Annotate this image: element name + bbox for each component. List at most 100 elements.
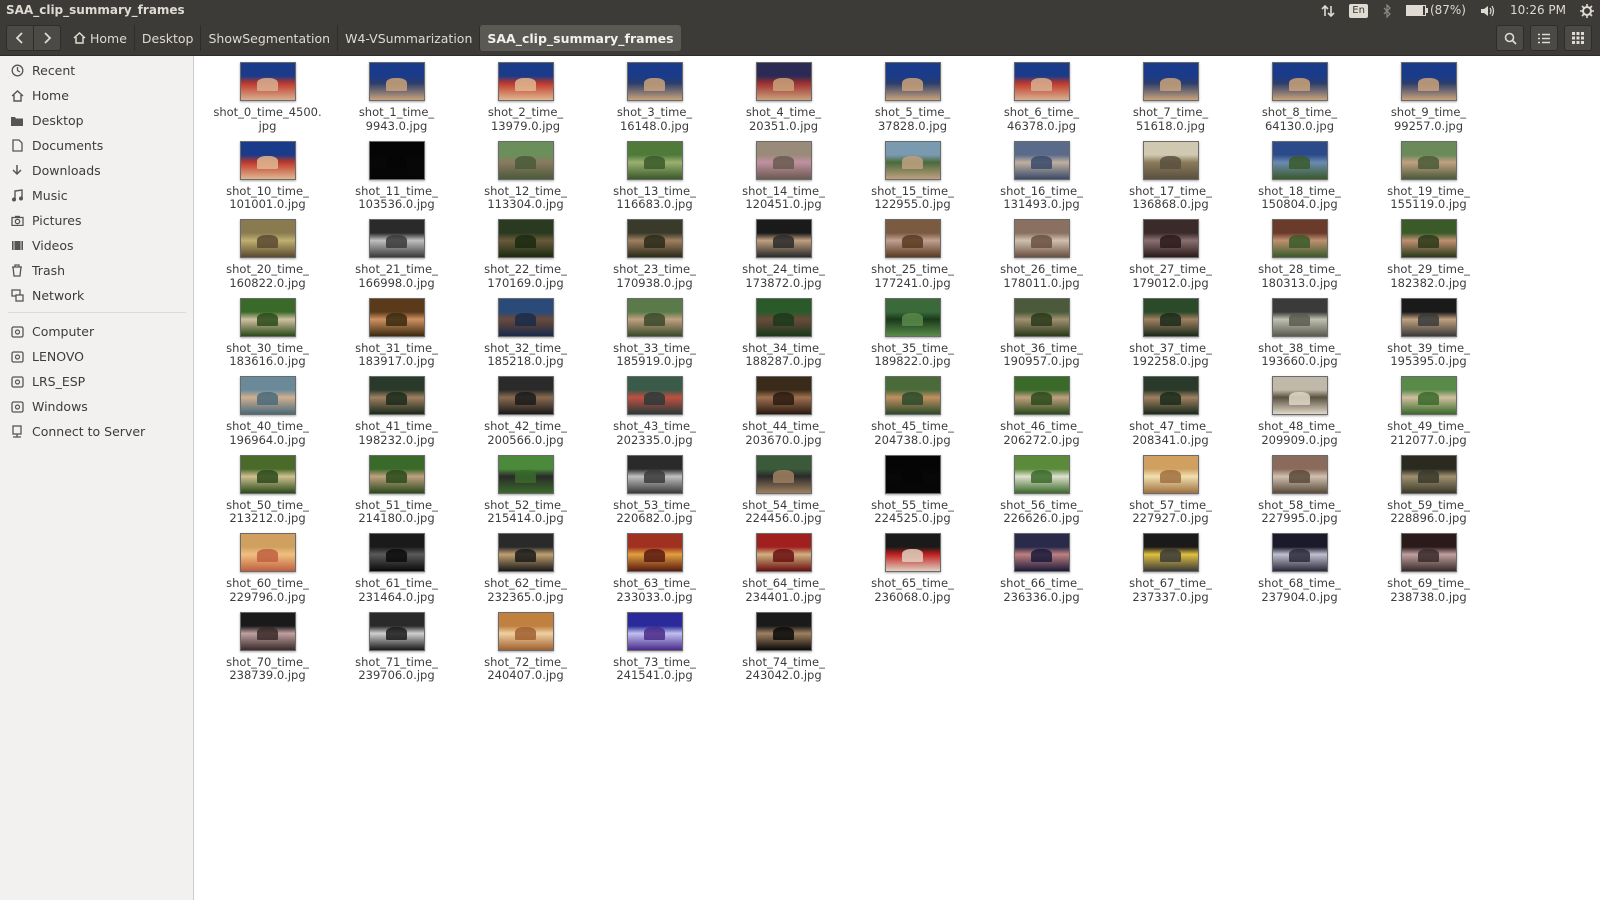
sidebar-item-connect-to-server[interactable]: Connect to Server (0, 419, 193, 444)
file-item[interactable]: shot_7_time_ 51618.0.jpg (1106, 62, 1235, 141)
sidebar-item-documents[interactable]: Documents (0, 133, 193, 158)
file-item[interactable]: shot_12_time_ 113304.0.jpg (461, 140, 590, 220)
breadcrumb-current-folder[interactable]: SAA_clip_summary_frames (479, 25, 681, 51)
breadcrumb-home[interactable]: Home (66, 25, 134, 51)
file-item[interactable]: shot_71_time_ 239706.0.jpg (332, 611, 461, 691)
file-item[interactable]: shot_65_time_ 236068.0.jpg (848, 533, 977, 612)
file-item[interactable]: shot_52_time_ 215414.0.jpg (461, 454, 590, 534)
file-item[interactable]: shot_14_time_ 120451.0.jpg (719, 140, 848, 220)
file-item[interactable]: shot_55_time_ 224525.0.jpg (848, 454, 977, 534)
file-item[interactable]: shot_9_time_ 99257.0.jpg (1364, 62, 1493, 141)
keyboard-indicator[interactable]: En (1349, 3, 1368, 18)
file-item[interactable]: shot_69_time_ 238738.0.jpg (1364, 533, 1493, 612)
file-item[interactable]: shot_34_time_ 188287.0.jpg (719, 297, 848, 377)
file-item[interactable]: shot_18_time_ 150804.0.jpg (1235, 140, 1364, 220)
sidebar-item-lenovo[interactable]: LENOVO (0, 344, 193, 369)
file-item[interactable]: shot_3_time_ 16148.0.jpg (590, 62, 719, 141)
file-item[interactable]: shot_42_time_ 200566.0.jpg (461, 376, 590, 455)
file-item[interactable]: shot_60_time_ 229796.0.jpg (203, 533, 332, 612)
sidebar-item-desktop[interactable]: Desktop (0, 108, 193, 133)
battery-indicator[interactable]: (87%) (1405, 0, 1466, 21)
file-item[interactable]: shot_10_time_ 101001.0.jpg (203, 140, 332, 220)
file-item[interactable]: shot_21_time_ 166998.0.jpg (332, 219, 461, 298)
network-indicator[interactable] (1321, 4, 1335, 18)
file-item[interactable]: shot_5_time_ 37828.0.jpg (848, 62, 977, 141)
file-item[interactable]: shot_61_time_ 231464.0.jpg (332, 533, 461, 612)
file-item[interactable]: shot_45_time_ 204738.0.jpg (848, 376, 977, 455)
file-item[interactable]: shot_13_time_ 116683.0.jpg (590, 140, 719, 220)
file-item[interactable]: shot_64_time_ 234401.0.jpg (719, 533, 848, 612)
file-item[interactable]: shot_41_time_ 198232.0.jpg (332, 376, 461, 455)
file-item[interactable]: shot_66_time_ 236336.0.jpg (977, 533, 1106, 612)
file-item[interactable]: shot_38_time_ 193660.0.jpg (1235, 297, 1364, 377)
file-item[interactable]: shot_40_time_ 196964.0.jpg (203, 376, 332, 455)
file-item[interactable]: shot_15_time_ 122955.0.jpg (848, 140, 977, 220)
file-item[interactable]: shot_27_time_ 179012.0.jpg (1106, 219, 1235, 298)
sidebar-item-home[interactable]: Home (0, 83, 193, 108)
breadcrumb-desktop[interactable]: Desktop (133, 25, 201, 51)
file-item[interactable]: shot_73_time_ 241541.0.jpg (590, 611, 719, 691)
file-item[interactable]: shot_0_time_4500. jpg (203, 62, 332, 141)
file-item[interactable]: shot_33_time_ 185919.0.jpg (590, 297, 719, 377)
file-item[interactable]: shot_22_time_ 170169.0.jpg (461, 219, 590, 298)
bluetooth-indicator[interactable] (1382, 3, 1392, 18)
file-item[interactable]: shot_23_time_ 170938.0.jpg (590, 219, 719, 298)
file-item[interactable]: shot_19_time_ 155119.0.jpg (1364, 140, 1493, 220)
file-item[interactable]: shot_24_time_ 173872.0.jpg (719, 219, 848, 298)
sidebar-item-lrs-esp[interactable]: LRS_ESP (0, 369, 193, 394)
file-item[interactable]: shot_31_time_ 183917.0.jpg (332, 297, 461, 377)
file-item[interactable]: shot_26_time_ 178011.0.jpg (977, 219, 1106, 298)
back-button[interactable] (6, 25, 34, 51)
file-item[interactable]: shot_51_time_ 214180.0.jpg (332, 454, 461, 534)
breadcrumb-w4-vsummarization[interactable]: W4-VSummarization (337, 25, 479, 51)
file-item[interactable]: shot_37_time_ 192258.0.jpg (1106, 297, 1235, 377)
file-item[interactable]: shot_63_time_ 233033.0.jpg (590, 533, 719, 612)
sidebar-item-network[interactable]: Network (0, 283, 193, 308)
file-item[interactable]: shot_25_time_ 177241.0.jpg (848, 219, 977, 298)
file-item[interactable]: shot_54_time_ 224456.0.jpg (719, 454, 848, 534)
sidebar-item-pictures[interactable]: Pictures (0, 208, 193, 233)
clock[interactable]: 10:26 PM (1510, 0, 1566, 21)
file-item[interactable]: shot_28_time_ 180313.0.jpg (1235, 219, 1364, 298)
file-item[interactable]: shot_32_time_ 185218.0.jpg (461, 297, 590, 377)
file-item[interactable]: shot_4_time_ 20351.0.jpg (719, 62, 848, 141)
file-item[interactable]: shot_8_time_ 64130.0.jpg (1235, 62, 1364, 141)
sidebar-item-computer[interactable]: Computer (0, 319, 193, 344)
file-item[interactable]: shot_72_time_ 240407.0.jpg (461, 611, 590, 691)
file-item[interactable]: shot_74_time_ 243042.0.jpg (719, 611, 848, 691)
breadcrumb-showsegmentation[interactable]: ShowSegmentation (200, 25, 337, 51)
file-item[interactable]: shot_1_time_ 9943.0.jpg (332, 62, 461, 141)
file-item[interactable]: shot_53_time_ 220682.0.jpg (590, 454, 719, 534)
file-item[interactable]: shot_6_time_ 46378.0.jpg (977, 62, 1106, 141)
file-item[interactable]: shot_43_time_ 202335.0.jpg (590, 376, 719, 455)
file-item[interactable]: shot_44_time_ 203670.0.jpg (719, 376, 848, 455)
forward-button[interactable] (34, 25, 61, 51)
file-item[interactable]: shot_16_time_ 131493.0.jpg (977, 140, 1106, 220)
sidebar-item-music[interactable]: Music (0, 183, 193, 208)
file-view[interactable]: shot_0_time_4500. jpg shot_1_time_ 9943.0.j… (194, 56, 1600, 900)
file-item[interactable]: shot_49_time_ 212077.0.jpg (1364, 376, 1493, 455)
file-item[interactable]: shot_58_time_ 227995.0.jpg (1235, 454, 1364, 534)
file-item[interactable]: shot_50_time_ 213212.0.jpg (203, 454, 332, 534)
file-item[interactable]: shot_47_time_ 208341.0.jpg (1106, 376, 1235, 455)
file-item[interactable]: shot_59_time_ 228896.0.jpg (1364, 454, 1493, 534)
file-item[interactable]: shot_56_time_ 226626.0.jpg (977, 454, 1106, 534)
file-item[interactable]: shot_67_time_ 237337.0.jpg (1106, 533, 1235, 612)
file-item[interactable]: shot_17_time_ 136868.0.jpg (1106, 140, 1235, 220)
sidebar-item-downloads[interactable]: Downloads (0, 158, 193, 183)
sidebar-item-recent[interactable]: Recent (0, 58, 193, 83)
file-item[interactable]: shot_57_time_ 227927.0.jpg (1106, 454, 1235, 534)
file-item[interactable]: shot_35_time_ 189822.0.jpg (848, 297, 977, 377)
file-item[interactable]: shot_46_time_ 206272.0.jpg (977, 376, 1106, 455)
grid-view-button[interactable] (1564, 25, 1592, 51)
system-menu[interactable] (1580, 3, 1594, 18)
file-item[interactable]: shot_2_time_ 13979.0.jpg (461, 62, 590, 141)
volume-indicator[interactable] (1480, 4, 1496, 18)
file-item[interactable]: shot_30_time_ 183616.0.jpg (203, 297, 332, 377)
file-item[interactable]: shot_48_time_ 209909.0.jpg (1235, 376, 1364, 455)
search-button[interactable] (1496, 25, 1524, 51)
file-item[interactable]: shot_29_time_ 182382.0.jpg (1364, 219, 1493, 298)
file-item[interactable]: shot_36_time_ 190957.0.jpg (977, 297, 1106, 377)
file-item[interactable]: shot_62_time_ 232365.0.jpg (461, 533, 590, 612)
file-item[interactable]: shot_68_time_ 237904.0.jpg (1235, 533, 1364, 612)
